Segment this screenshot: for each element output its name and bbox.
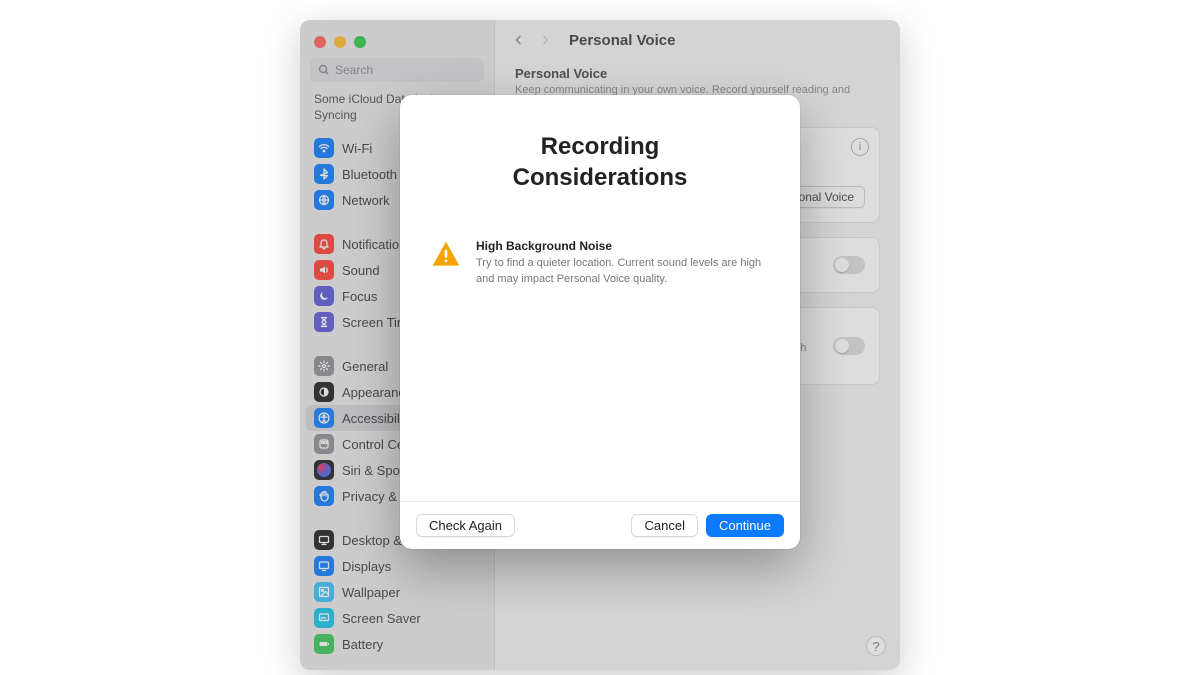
accessibility-icon: [314, 408, 334, 428]
search-icon: [318, 64, 330, 76]
section-title: Personal Voice: [515, 66, 880, 81]
sidebar-item-label: Focus: [342, 289, 377, 304]
controlcenter-icon: [314, 434, 334, 454]
dialog-footer: Check Again Cancel Continue: [400, 501, 800, 549]
privacy-icon: [314, 486, 334, 506]
sidebar-item-label: Wi-Fi: [342, 141, 372, 156]
general-icon: [314, 356, 334, 376]
search-placeholder: Search: [335, 63, 373, 77]
search-input[interactable]: Search: [310, 58, 484, 82]
cancel-button[interactable]: Cancel: [631, 514, 697, 537]
titlebar: Personal Voice: [495, 20, 900, 60]
warning-description: Try to find a quieter location. Current …: [476, 256, 770, 287]
desktop-icon: [314, 530, 334, 550]
sidebar-item-label: Displays: [342, 559, 391, 574]
info-icon[interactable]: i: [851, 138, 869, 156]
window-controls: [300, 30, 494, 58]
notifications-icon: [314, 234, 334, 254]
wallpaper-icon: [314, 582, 334, 602]
chevron-left-icon: [513, 34, 525, 46]
battery-icon: [314, 634, 334, 654]
close-icon[interactable]: [314, 36, 326, 48]
warning-icon: [430, 239, 462, 271]
appearance-icon: [314, 382, 334, 402]
back-button[interactable]: [509, 30, 529, 50]
chevron-right-icon: [539, 34, 551, 46]
siri-icon: [314, 460, 334, 480]
forward-button[interactable]: [535, 30, 555, 50]
focus-icon: [314, 286, 334, 306]
screensaver-icon: [314, 608, 334, 628]
continue-button[interactable]: Continue: [706, 514, 784, 537]
bluetooth-icon: [314, 164, 334, 184]
share-toggle[interactable]: [833, 256, 865, 274]
sidebar-item-battery[interactable]: Battery: [306, 631, 488, 657]
help-button[interactable]: ?: [866, 636, 886, 656]
sidebar-item-label: Wallpaper: [342, 585, 400, 600]
screentime-icon: [314, 312, 334, 332]
check-again-button[interactable]: Check Again: [416, 514, 515, 537]
wifi-icon: [314, 138, 334, 158]
sidebar-item-label: Network: [342, 193, 390, 208]
page-title: Personal Voice: [569, 32, 675, 49]
dialog-title: Recording Considerations: [430, 131, 770, 193]
sound-icon: [314, 260, 334, 280]
allow-apps-toggle[interactable]: [833, 337, 865, 355]
zoom-icon[interactable]: [354, 36, 366, 48]
network-icon: [314, 190, 334, 210]
warning-title: High Background Noise: [476, 239, 770, 253]
sidebar-item-screensaver[interactable]: Screen Saver: [306, 605, 488, 631]
sidebar-item-label: General: [342, 359, 388, 374]
sidebar-item-displays[interactable]: Displays: [306, 553, 488, 579]
sidebar-item-label: Battery: [342, 637, 383, 652]
recording-considerations-dialog: Recording Considerations High Background…: [400, 95, 800, 549]
displays-icon: [314, 556, 334, 576]
minimize-icon[interactable]: [334, 36, 346, 48]
sidebar-item-label: Bluetooth: [342, 167, 397, 182]
sidebar-item-label: Sound: [342, 263, 380, 278]
sidebar-item-label: Screen Saver: [342, 611, 421, 626]
sidebar-item-wallpaper[interactable]: Wallpaper: [306, 579, 488, 605]
